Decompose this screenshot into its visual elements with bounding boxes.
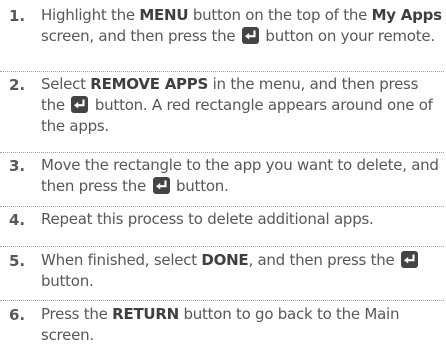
bold-term: My Apps [371, 6, 442, 24]
enter-icon [400, 251, 418, 268]
step-text: Select REMOVE APPS in the menu, and then… [41, 74, 444, 137]
step-text-segment: When finished, select [41, 251, 202, 269]
step-divider [0, 300, 444, 301]
step-number: 2. [9, 76, 26, 94]
step-divider [0, 152, 444, 153]
step-text-segment: button. [41, 272, 94, 290]
step-text-segment: screen, and then press the [41, 27, 240, 45]
step-number: 6. [9, 306, 26, 324]
step-text: Move the rectangle to the app you want t… [41, 155, 444, 197]
enter-icon [71, 96, 89, 113]
step-text: Repeat this process to delete additional… [41, 209, 444, 230]
bold-term: MENU [139, 6, 189, 24]
step-text-segment: button on your remote. [260, 27, 435, 45]
enter-icon [241, 27, 259, 44]
step-text: When finished, select DONE, and then pre… [41, 250, 444, 292]
enter-icon [152, 177, 170, 194]
step-number: 3. [9, 157, 26, 175]
step-text-segment: Press the [41, 305, 113, 323]
step-divider [0, 246, 444, 247]
step-number: 1. [9, 7, 26, 25]
step-number: 4. [9, 211, 26, 229]
step-text-segment: Highlight the [41, 6, 140, 24]
step-text-segment: Repeat this process to delete additional… [41, 210, 374, 228]
step-text-segment: button. [171, 177, 229, 195]
step-divider [0, 71, 444, 72]
step-divider [0, 206, 444, 207]
step-text-segment: button on the top of the [188, 6, 372, 24]
bold-term: REMOVE APPS [90, 75, 209, 93]
step-text-segment: , and then press the [248, 251, 399, 269]
bold-term: DONE [201, 251, 249, 269]
step-text-segment: Select [41, 75, 91, 93]
step-text-segment: Move the rectangle to the app you want t… [41, 156, 439, 195]
step-text-segment: button. A red rectangle appears around o… [41, 96, 433, 135]
bold-term: RETURN [112, 305, 179, 323]
step-text: Press the RETURN button to go back to th… [41, 304, 444, 346]
step-number: 5. [9, 252, 26, 270]
step-text: Highlight the MENU button on the top of … [41, 5, 444, 47]
